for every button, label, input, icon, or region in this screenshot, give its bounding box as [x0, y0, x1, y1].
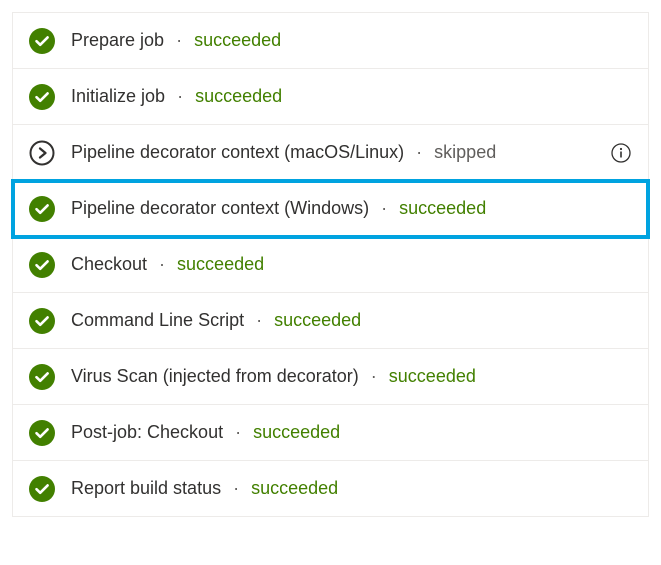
separator-dot: ·	[177, 86, 183, 107]
step-status: succeeded	[251, 478, 338, 499]
step-row[interactable]: Checkout · succeeded	[13, 237, 648, 293]
step-name: Report build status	[71, 478, 221, 499]
step-row[interactable]: Post-job: Checkout · succeeded	[13, 405, 648, 461]
step-status: succeeded	[274, 310, 361, 331]
separator-dot: ·	[256, 310, 262, 331]
success-check-icon	[29, 364, 55, 390]
step-text: Checkout · succeeded	[71, 254, 632, 275]
step-row[interactable]: Pipeline decorator context (Windows) · suc…	[13, 181, 648, 237]
step-status: succeeded	[195, 86, 282, 107]
step-status: succeeded	[177, 254, 264, 275]
success-check-icon	[29, 476, 55, 502]
step-text: Post-job: Checkout · succeeded	[71, 422, 632, 443]
step-row[interactable]: Prepare job · succeeded	[13, 13, 648, 69]
step-name: Virus Scan (injected from decorator)	[71, 366, 359, 387]
separator-dot: ·	[381, 198, 387, 219]
step-status: succeeded	[389, 366, 476, 387]
step-status: succeeded	[399, 198, 486, 219]
step-status: skipped	[434, 142, 496, 163]
pipeline-step-list: Prepare job · succeeded Initialize job · succ…	[12, 12, 649, 517]
step-text: Pipeline decorator context (macOS/Linux)…	[71, 142, 594, 163]
separator-dot: ·	[159, 254, 165, 275]
step-row[interactable]: Report build status · succeeded	[13, 461, 648, 517]
step-name: Pipeline decorator context (macOS/Linux)	[71, 142, 404, 163]
step-name: Initialize job	[71, 86, 165, 107]
step-text: Report build status · succeeded	[71, 478, 632, 499]
step-text: Virus Scan (injected from decorator) · suc…	[71, 366, 632, 387]
separator-dot: ·	[371, 366, 377, 387]
success-check-icon	[29, 28, 55, 54]
step-row[interactable]: Virus Scan (injected from decorator) · suc…	[13, 349, 648, 405]
step-name: Pipeline decorator context (Windows)	[71, 198, 369, 219]
step-text: Initialize job · succeeded	[71, 86, 632, 107]
step-status: succeeded	[253, 422, 340, 443]
separator-dot: ·	[235, 422, 241, 443]
step-status: succeeded	[194, 30, 281, 51]
step-text: Pipeline decorator context (Windows) · suc…	[71, 198, 632, 219]
success-check-icon	[29, 420, 55, 446]
skipped-arrow-icon	[29, 140, 55, 166]
success-check-icon	[29, 308, 55, 334]
step-row[interactable]: Command Line Script · succeeded	[13, 293, 648, 349]
step-text: Prepare job · succeeded	[71, 30, 632, 51]
step-name: Command Line Script	[71, 310, 244, 331]
success-check-icon	[29, 252, 55, 278]
step-name: Post-job: Checkout	[71, 422, 223, 443]
step-name: Prepare job	[71, 30, 164, 51]
separator-dot: ·	[176, 30, 182, 51]
info-icon[interactable]	[610, 142, 632, 164]
step-row[interactable]: Pipeline decorator context (macOS/Linux)…	[13, 125, 648, 181]
step-name: Checkout	[71, 254, 147, 275]
success-check-icon	[29, 196, 55, 222]
step-row[interactable]: Initialize job · succeeded	[13, 69, 648, 125]
separator-dot: ·	[416, 142, 422, 163]
success-check-icon	[29, 84, 55, 110]
step-text: Command Line Script · succeeded	[71, 310, 632, 331]
separator-dot: ·	[233, 478, 239, 499]
